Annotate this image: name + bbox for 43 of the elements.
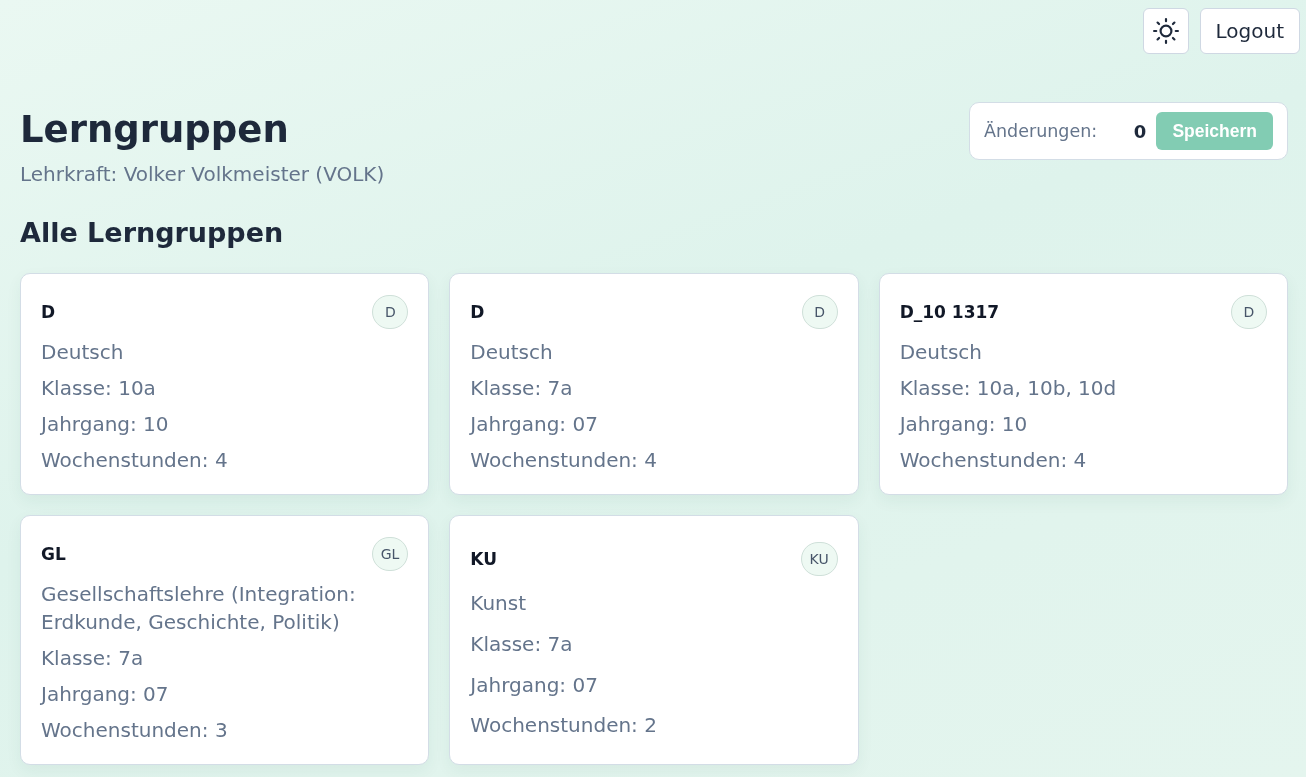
class-label: Klasse: 7a — [470, 375, 574, 402]
group-code: D — [470, 302, 485, 322]
group-card[interactable]: GL GL Gesellschaftslehre (Integration: Erdkunde, Geschichte, Politik) Klasse: 7a Jahrgang: 07 Wochenstunden: 3 — [20, 515, 430, 765]
year-label: Jahrgang: 10 — [899, 411, 1029, 438]
subject-badge: KU — [800, 541, 838, 576]
year-label: Jahrgang: 07 — [470, 411, 599, 438]
subject-name: Gesellschaftslehre (Integration: Erdkunde, Geschichte, Politik) — [41, 581, 357, 636]
group-code: D — [41, 302, 56, 322]
year-label: Jahrgang: 10 — [41, 411, 170, 438]
section-title: Alle Lerngruppen — [20, 216, 285, 250]
subject-badge: D — [801, 295, 838, 329]
subject-badge: D — [372, 295, 409, 329]
subject-name: Deutsch — [41, 339, 125, 366]
subject-name: Kunst — [470, 590, 528, 618]
subject-name: Deutsch — [899, 339, 983, 366]
changes-count: 0 — [1133, 120, 1147, 142]
group-code: GL — [41, 544, 66, 564]
changes-label: Änderungen: — [984, 121, 1098, 141]
hours-label: Wochenstunden: 4 — [470, 447, 658, 474]
group-code: KU — [470, 548, 497, 569]
page-title: Lerngruppen — [20, 107, 290, 153]
group-code: D_10 1317 — [899, 302, 1000, 322]
theme-toggle-button[interactable] — [1142, 8, 1189, 54]
subject-name: Deutsch — [470, 339, 554, 366]
year-label: Jahrgang: 07 — [470, 671, 599, 699]
class-label: Klasse: 7a — [41, 645, 145, 672]
class-label: Klasse: 7a — [470, 630, 574, 658]
group-card[interactable]: D D Deutsch Klasse: 10a Jahrgang: 10 Wochenstunden: 4 — [20, 273, 430, 495]
class-label: Klasse: 10a, 10b, 10d — [899, 375, 1118, 402]
group-card[interactable]: D_10 1317 D Deutsch Klasse: 10a, 10b, 10d Jahrgang: 10 Wochenstunden: 4 — [878, 273, 1288, 495]
group-card[interactable]: KU KU Kunst Klasse: 7a Jahrgang: 07 Wochenstunden: 2 — [449, 515, 859, 765]
year-label: Jahrgang: 07 — [41, 681, 170, 708]
subject-badge: D — [1231, 295, 1267, 329]
sun-icon — [1152, 18, 1179, 44]
hours-label: Wochenstunden: 4 — [899, 447, 1088, 474]
hours-label: Wochenstunden: 2 — [470, 712, 658, 740]
group-card[interactable]: D D Deutsch Klasse: 7a Jahrgang: 07 Wochenstunden: 4 — [449, 273, 859, 495]
subject-badge: GL — [371, 537, 409, 571]
class-label: Klasse: 10a — [41, 375, 157, 402]
logout-button[interactable]: Logout — [1199, 8, 1300, 54]
teacher-subtitle: Lehrkraft: Volker Volkmeister (VOLK) — [20, 162, 385, 186]
hours-label: Wochenstunden: 3 — [41, 717, 229, 744]
hours-label: Wochenstunden: 4 — [41, 447, 229, 474]
